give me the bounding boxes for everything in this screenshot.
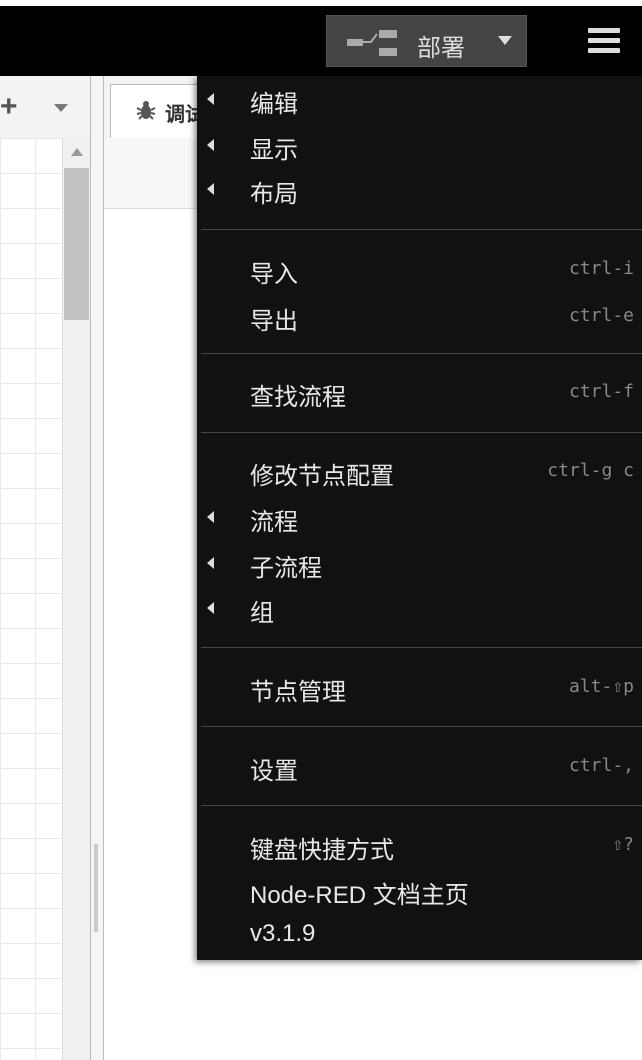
plus-icon[interactable]: +: [0, 90, 18, 124]
menu-item-config-nodes[interactable]: 修改节点配置 ctrl-g c: [197, 450, 642, 494]
menu-item-label: 流程: [250, 509, 298, 536]
workspace-tabs: +: [0, 76, 90, 139]
submenu-arrow-icon: [207, 183, 214, 195]
menu-item-export[interactable]: 导出 ctrl-e: [197, 295, 642, 339]
menu-divider: [201, 229, 642, 230]
scroll-up-icon[interactable]: [71, 148, 83, 156]
menu-item-view[interactable]: 显示: [197, 124, 642, 168]
caret-down-icon[interactable]: [498, 36, 512, 45]
menu-item-subflows[interactable]: 子流程: [197, 542, 642, 586]
deploy-icon: [347, 30, 397, 56]
menu-item-label: 修改节点配置: [250, 463, 394, 490]
menu-item-settings[interactable]: 设置 ctrl-,: [197, 745, 642, 789]
menu-item-manage-palette[interactable]: 节点管理 alt-⇧p: [197, 666, 642, 710]
menu-item-shortcut: ctrl-e: [568, 305, 634, 326]
caret-down-icon[interactable]: [54, 104, 68, 112]
main-menu: 编辑 显示 布局 导入 ctrl-i 导出 ctrl-e 查找流程 ctrl-f…: [197, 76, 642, 960]
menu-item-shortcut: ctrl-,: [568, 755, 634, 776]
submenu-arrow-icon: [207, 511, 214, 523]
sidebar-toolbar: [104, 138, 204, 209]
submenu-arrow-icon: [207, 602, 214, 614]
menu-item-label: 布局: [250, 181, 298, 208]
menu-item-label: 子流程: [250, 555, 322, 582]
sidebar-splitter[interactable]: [90, 76, 104, 1060]
menu-icon[interactable]: [588, 28, 620, 60]
menu-item-label: 节点管理: [250, 679, 346, 706]
menu-item-label: 设置: [250, 758, 298, 785]
menu-item-label: 组: [250, 600, 274, 627]
menu-divider: [201, 647, 642, 648]
workspace-canvas[interactable]: [0, 138, 62, 1060]
deploy-button[interactable]: 部署: [326, 15, 527, 67]
menu-item-label: Node-RED 文档主页: [250, 882, 469, 909]
menu-item-import[interactable]: 导入 ctrl-i: [197, 248, 642, 292]
splitter-handle[interactable]: [94, 844, 98, 932]
bug-icon: [136, 101, 156, 120]
menu-item-shortcut: ⇧?: [612, 834, 634, 855]
menu-item-label: 导出: [250, 308, 298, 335]
menu-item-version: v3.1.9: [197, 914, 642, 958]
menu-item-arrange[interactable]: 布局: [197, 168, 642, 212]
sidebar-tabs: 调试: [104, 76, 230, 139]
menu-item-groups[interactable]: 组: [197, 587, 642, 631]
menu-divider: [201, 353, 642, 354]
menu-item-label: 查找流程: [250, 384, 346, 411]
header-bar: 部署: [0, 0, 642, 76]
menu-item-label: 导入: [250, 261, 298, 288]
menu-item-label: v3.1.9: [250, 920, 316, 947]
menu-divider: [201, 726, 642, 727]
menu-divider: [201, 432, 642, 433]
workspace-scrollbar[interactable]: [62, 138, 91, 1060]
submenu-arrow-icon: [207, 139, 214, 151]
menu-item-flows[interactable]: 流程: [197, 496, 642, 540]
menu-item-label: 编辑: [250, 91, 298, 118]
menu-item-shortcut: alt-⇧p: [568, 676, 634, 697]
menu-item-label: 键盘快捷方式: [250, 837, 394, 864]
menu-item-shortcut: ctrl-i: [568, 258, 634, 279]
scrollbar-thumb[interactable]: [64, 168, 89, 320]
menu-divider: [201, 805, 642, 806]
menu-item-edit[interactable]: 编辑: [197, 78, 642, 122]
menu-item-label: 显示: [250, 137, 298, 164]
deploy-label: 部署: [417, 35, 465, 62]
menu-item-help[interactable]: Node-RED 文档主页: [197, 869, 642, 913]
menu-item-shortcut: ctrl-g c: [547, 460, 634, 481]
submenu-arrow-icon: [207, 93, 214, 105]
menu-item-search[interactable]: 查找流程 ctrl-f: [197, 371, 642, 415]
submenu-arrow-icon: [207, 557, 214, 569]
menu-item-shortcut: ctrl-f: [568, 381, 634, 402]
menu-item-keyboard-shortcuts[interactable]: 键盘快捷方式 ⇧?: [197, 824, 642, 868]
